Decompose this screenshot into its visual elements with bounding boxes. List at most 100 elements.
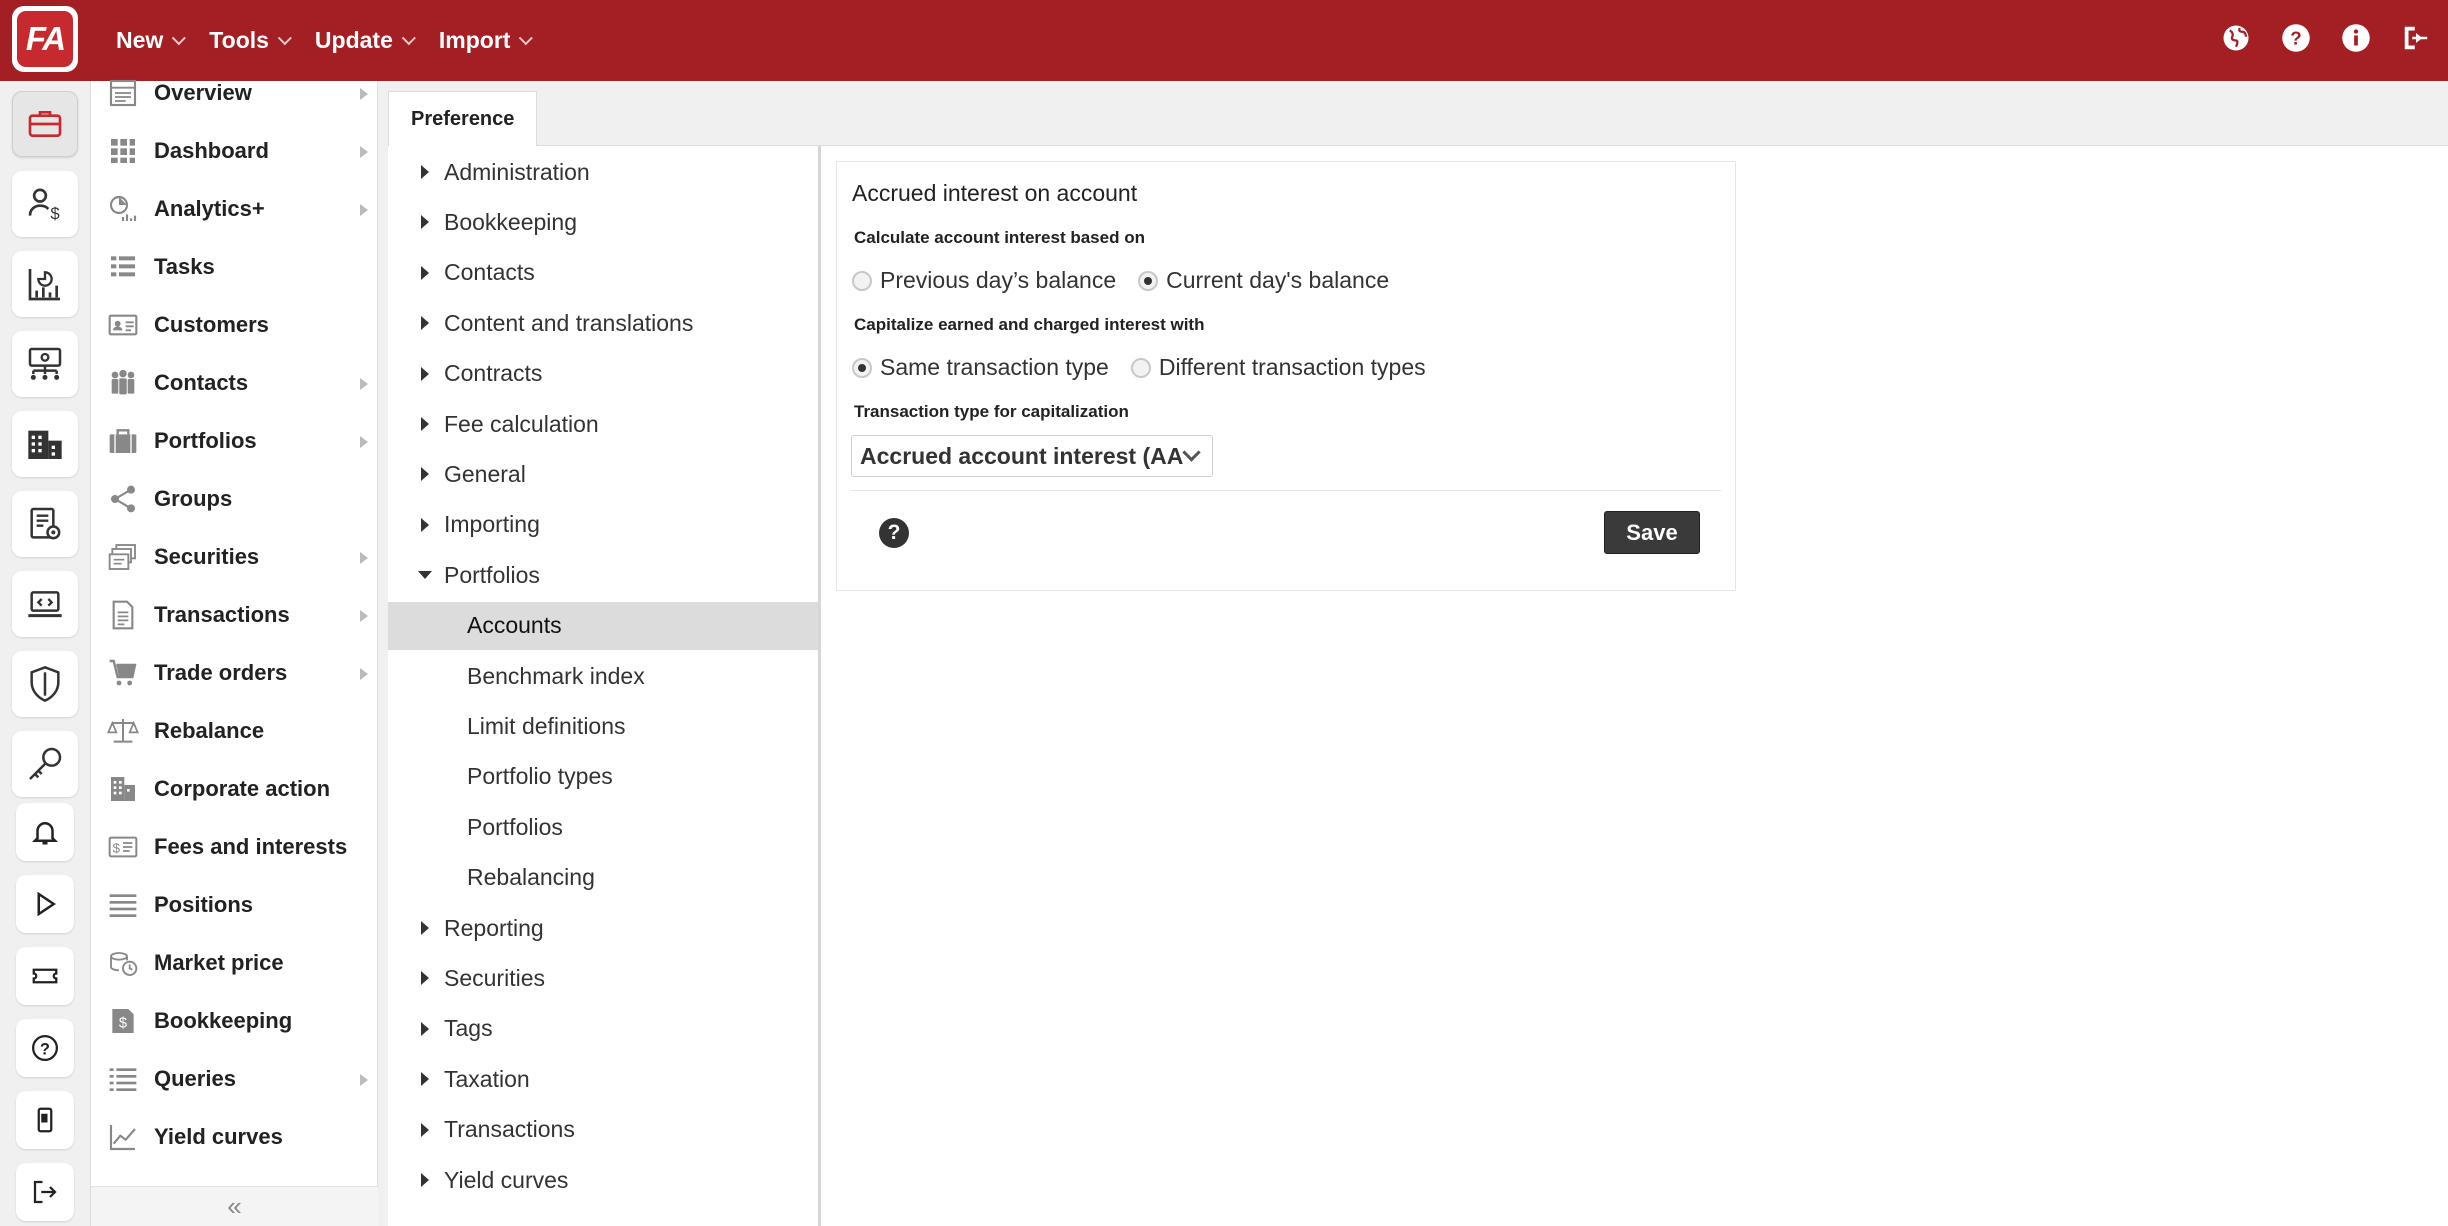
caret-down-icon[interactable] (418, 571, 432, 580)
caret-right-icon[interactable] (421, 366, 429, 381)
info-icon[interactable] (2340, 22, 2372, 54)
radio-button[interactable] (1138, 270, 1159, 291)
tree-item-portfolios[interactable]: Portfolios (388, 551, 818, 599)
caret-right-icon[interactable] (421, 265, 429, 280)
tree-item-portfolios[interactable]: Portfolios (388, 803, 818, 851)
caret-right-icon[interactable] (421, 921, 429, 935)
code-laptop-icon[interactable] (12, 571, 78, 637)
radio-button[interactable] (852, 270, 872, 291)
tree-item-tags[interactable]: Tags (388, 1005, 818, 1053)
tree-item-importing[interactable]: Importing (388, 501, 818, 549)
logout-icon[interactable] (2400, 22, 2432, 54)
tree-item-rebalancing[interactable]: Rebalancing (388, 854, 818, 902)
nav-item-market-price[interactable]: Market price (91, 938, 378, 988)
ticket-icon[interactable] (16, 947, 74, 1005)
help-icon[interactable]: ? (2280, 22, 2312, 54)
tree-item-label: Benchmark index (467, 662, 645, 689)
key-icon[interactable] (12, 731, 78, 797)
tree-item-transactions[interactable]: Transactions (388, 1106, 818, 1154)
nav-item-overview[interactable]: Overview (91, 68, 378, 118)
tree-item-contracts[interactable]: Contracts (388, 350, 818, 398)
menu-new[interactable]: New (116, 27, 187, 54)
nav-item-corporate-action[interactable]: Corporate action (91, 764, 378, 814)
tx-type-select[interactable]: Accrued account interest (AA (851, 435, 1213, 477)
nav-item-trade-orders[interactable]: Trade orders (91, 648, 378, 698)
help-button[interactable]: ? (879, 518, 909, 548)
sign-out-icon[interactable] (16, 1163, 74, 1221)
caret-right-icon[interactable] (421, 417, 429, 431)
briefcase-icon[interactable] (12, 91, 78, 157)
caret-right-icon[interactable] (421, 1072, 429, 1087)
radio-previous-day-balance[interactable]: Previous day’s balance (852, 267, 1116, 294)
divider (851, 490, 1721, 491)
collapse-nav-button[interactable]: « (91, 1186, 378, 1226)
mobile-icon[interactable] (16, 1091, 74, 1149)
menu-import[interactable]: Import (439, 27, 534, 54)
org-chart-icon[interactable] (12, 331, 78, 397)
tab-preference[interactable]: Preference (388, 91, 538, 147)
caret-right-icon[interactable] (421, 165, 429, 179)
analytics-report-icon[interactable] (12, 251, 78, 317)
nav-item-label: Corporate action (154, 776, 331, 801)
caret-right-icon[interactable] (421, 1122, 429, 1137)
fa-logo[interactable]: FA (12, 6, 78, 72)
tree-item-limit-definitions[interactable]: Limit definitions (388, 702, 818, 750)
tree-item-content-and-translations[interactable]: Content and translations (388, 299, 818, 347)
nav-item-customers[interactable]: Customers (91, 300, 378, 350)
nav-item-bookkeeping[interactable]: $ Bookkeeping (91, 996, 378, 1046)
tree-item-reporting[interactable]: Reporting (388, 904, 818, 952)
tree-item-label: Portfolios (444, 561, 540, 588)
preference-tree: Administration Bookkeeping Contacts Content… (388, 146, 821, 1226)
tree-item-general[interactable]: General (388, 450, 818, 498)
nav-item-tasks[interactable]: Tasks (91, 242, 378, 292)
tree-item-contacts[interactable]: Contacts (388, 249, 818, 297)
menu-update[interactable]: Update (315, 27, 416, 54)
caret-right-icon[interactable] (421, 316, 429, 331)
nav-item-fees-and-interests[interactable]: $ Fees and interests (91, 822, 378, 872)
caret-right-icon[interactable] (421, 971, 429, 986)
nav-item-queries[interactable]: Queries (91, 1054, 378, 1104)
save-button[interactable]: Save (1604, 511, 1700, 554)
tree-item-accounts[interactable]: Accounts (388, 601, 818, 650)
client-money-icon[interactable]: $ (12, 171, 78, 237)
tree-item-bookkeeping[interactable]: Bookkeeping (388, 198, 818, 246)
globe-icon[interactable] (2220, 22, 2252, 54)
caret-right-icon[interactable] (421, 467, 429, 482)
tree-item-portfolio-types[interactable]: Portfolio types (388, 753, 818, 801)
nav-item-yield-curves[interactable]: Yield curves (91, 1112, 378, 1162)
nav-item-analytics[interactable]: Analytics+ (91, 184, 378, 234)
nav-item-transactions[interactable]: Transactions (91, 590, 378, 640)
nav-item-rebalance[interactable]: Rebalance (91, 706, 378, 756)
tree-item-securities[interactable]: Securities (388, 954, 818, 1002)
caret-right-icon[interactable] (421, 1021, 429, 1036)
building-icon[interactable] (12, 411, 78, 477)
capitalize-radio-group: Same transaction type Different transact… (852, 354, 1448, 381)
nav-item-positions[interactable]: Positions (91, 880, 378, 930)
bell-icon[interactable] (16, 803, 74, 861)
radio-button[interactable] (852, 357, 872, 378)
shield-icon[interactable] (12, 651, 78, 717)
question-circle-icon[interactable]: ? (16, 1019, 74, 1077)
tree-item-fee-calculation[interactable]: Fee calculation (388, 400, 818, 448)
logo-text: FA (17, 11, 73, 67)
nav-item-securities[interactable]: Securities (91, 532, 378, 582)
nav-item-portfolios[interactable]: Portfolios (91, 416, 378, 466)
caret-right-icon[interactable] (421, 1173, 429, 1187)
radio-different-transaction-types[interactable]: Different transaction types (1130, 354, 1426, 381)
radio-current-day-balance[interactable]: Current day's balance (1138, 267, 1389, 294)
play-icon[interactable] (16, 875, 74, 933)
menu-tools[interactable]: Tools (209, 27, 292, 54)
tree-item-administration[interactable]: Administration (388, 148, 818, 196)
tree-item-yield-curves[interactable]: Yield curves (388, 1156, 818, 1204)
tree-item-taxation[interactable]: Taxation (388, 1055, 818, 1103)
nav-item-contacts[interactable]: Contacts (91, 358, 378, 408)
tree-item-label: Reporting (444, 914, 544, 941)
nav-item-groups[interactable]: Groups (91, 474, 378, 524)
nav-item-dashboard[interactable]: Dashboard (91, 126, 378, 176)
settings-document-icon[interactable] (12, 491, 78, 557)
caret-right-icon[interactable] (421, 517, 429, 532)
caret-right-icon[interactable] (421, 215, 429, 230)
tree-item-benchmark-index[interactable]: Benchmark index (388, 652, 818, 700)
radio-button[interactable] (1130, 357, 1151, 378)
radio-same-transaction-type[interactable]: Same transaction type (852, 354, 1109, 381)
